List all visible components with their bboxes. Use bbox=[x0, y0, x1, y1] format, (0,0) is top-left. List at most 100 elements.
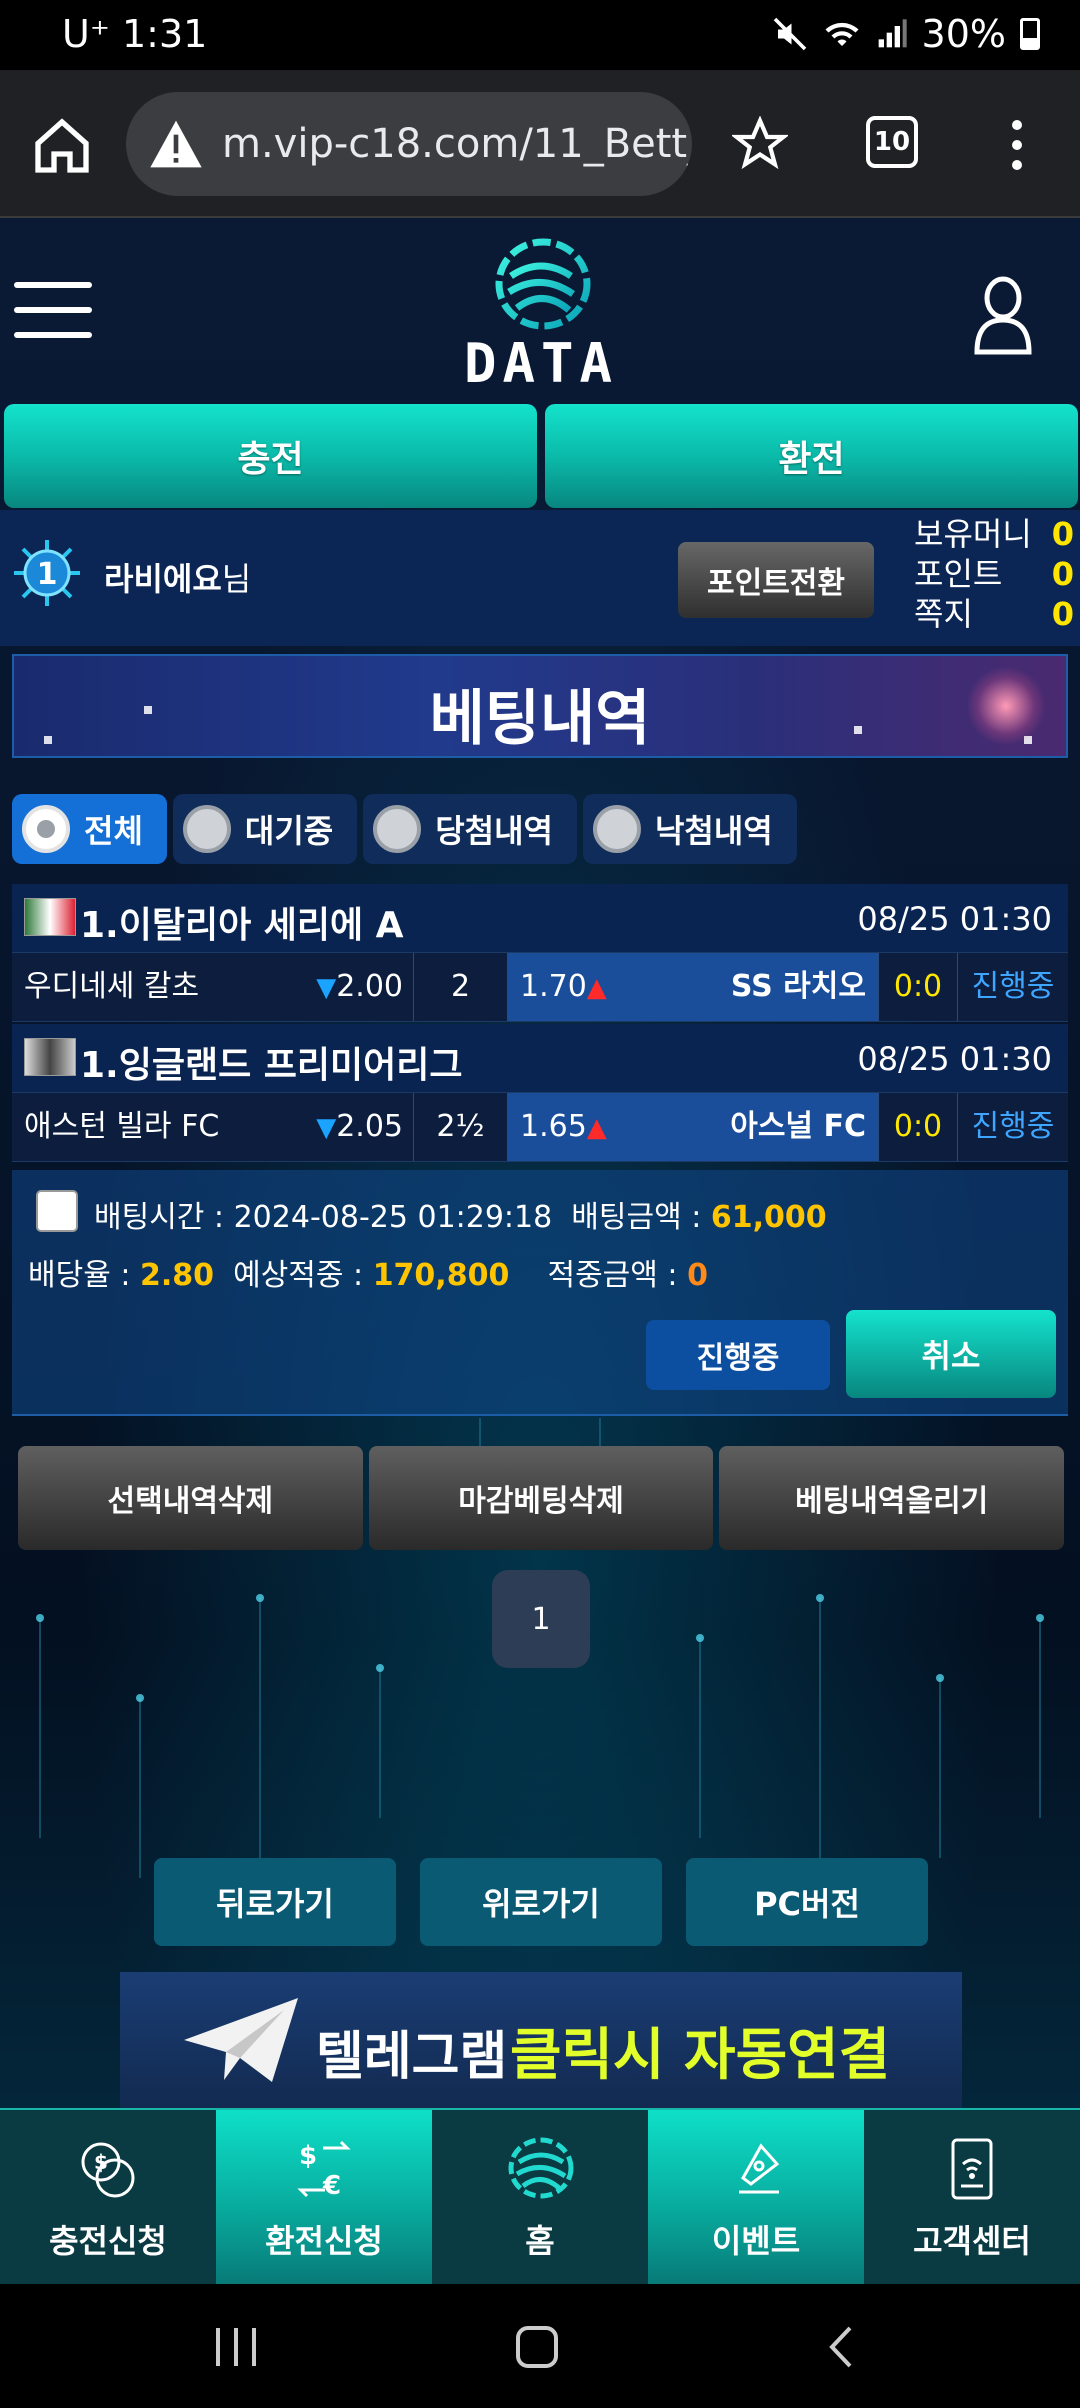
away-odds-value: 1.65 bbox=[520, 1109, 587, 1144]
bet-time-label: 배팅시간 : bbox=[94, 1200, 234, 1235]
radio-icon bbox=[592, 805, 641, 853]
back-button[interactable]: 뒤로가기 bbox=[154, 1858, 396, 1946]
page-content: DATA 충전 환전 1 라비에요님 포인트전환 보유머니 0 포인트 0 쪽지 0 … bbox=[0, 218, 1080, 2108]
match-row: 우디네세 칼초 ▼2.00 2 1.70▲ SS 라치오 0:0 진행중 bbox=[12, 952, 1068, 1022]
scroll-top-button[interactable]: 위로가기 bbox=[420, 1858, 662, 1946]
balance-stats: 보유머니 0 포인트 0 쪽지 0 bbox=[914, 514, 1074, 634]
pc-version-button[interactable]: PC버전 bbox=[686, 1858, 928, 1946]
home-icon[interactable] bbox=[30, 114, 94, 178]
nav-events[interactable]: 이벤트 bbox=[648, 2110, 864, 2284]
away-team: 아스널 FC bbox=[730, 1109, 866, 1144]
delete-closed-button[interactable]: 마감베팅삭제 bbox=[368, 1446, 714, 1550]
stat-messages[interactable]: 쪽지 0 bbox=[914, 594, 1074, 634]
bet-amount-label: 배팅금액 : bbox=[571, 1200, 711, 1235]
filter-all[interactable]: 전체 bbox=[12, 794, 167, 864]
nav-home-label: 홈 bbox=[525, 2222, 555, 2260]
battery-percent: 30% bbox=[921, 12, 1006, 56]
filter-pending-label: 대기중 bbox=[244, 812, 334, 850]
tab-count-button[interactable]: 10 bbox=[866, 116, 918, 168]
charge-button[interactable]: 충전 bbox=[4, 404, 537, 508]
home-odds: ▼2.00 bbox=[284, 953, 414, 1021]
star-icon[interactable] bbox=[732, 116, 788, 172]
up-arrow-icon: ▲ bbox=[586, 1113, 607, 1143]
match-row: 애스턴 빌라 FC ▼2.05 2½ 1.65▲ 아스널 FC 0:0 진행중 bbox=[12, 1092, 1068, 1162]
page-title-banner: 베팅내역 bbox=[12, 654, 1068, 758]
bet-odds-payout: 배당율 : 2.80 예상적중 : 170,800 적중금액 : 0 bbox=[28, 1250, 708, 1294]
won-label: 적중금액 : bbox=[547, 1258, 688, 1293]
bet-slip-summary: 배팅시간 : 2024-08-25 01:29:18 배팅금액 : 61,000… bbox=[12, 1170, 1068, 1416]
odds-label: 배당율 : bbox=[28, 1258, 140, 1293]
match-status: 진행중 bbox=[971, 969, 1055, 1004]
away-team: SS 라치오 bbox=[730, 969, 866, 1004]
away-odds: 1.65▲ bbox=[520, 1093, 607, 1162]
username-text: 라비에요 bbox=[104, 560, 222, 598]
filter-lost[interactable]: 낙첨내역 bbox=[582, 794, 797, 864]
system-navigation-bar bbox=[0, 2284, 1080, 2408]
league-name: 1.잉글랜드 프리미어리그 bbox=[80, 1045, 463, 1086]
page-1-button[interactable]: 1 bbox=[492, 1570, 590, 1668]
user-info-bar: 1 라비에요님 포인트전환 보유머니 0 포인트 0 쪽지 0 bbox=[0, 510, 1080, 646]
down-arrow-icon: ▼ bbox=[316, 1113, 337, 1143]
hamburger-menu-icon[interactable] bbox=[14, 282, 92, 338]
away-odds-value: 1.70 bbox=[520, 969, 587, 1004]
coins-icon: $ bbox=[81, 2142, 135, 2198]
expected-value: 170,800 bbox=[372, 1258, 510, 1293]
radio-icon bbox=[22, 805, 70, 853]
stat-points-label: 포인트 bbox=[914, 555, 1003, 593]
address-bar[interactable]: m.vip-c18.com/11_Bett_l bbox=[126, 92, 692, 196]
point-convert-button[interactable]: 포인트전환 bbox=[678, 542, 874, 618]
filter-pending[interactable]: 대기중 bbox=[172, 794, 358, 864]
select-checkbox[interactable] bbox=[36, 1190, 78, 1232]
exchange-button[interactable]: 환전 bbox=[545, 404, 1078, 508]
telegram-cta: 클릭시 자동연결 bbox=[510, 2023, 891, 2088]
stat-points-value: 0 bbox=[1051, 555, 1074, 593]
status-in-progress-button[interactable]: 진행중 bbox=[646, 1320, 830, 1390]
warning-icon[interactable] bbox=[148, 118, 204, 170]
stat-messages-label: 쪽지 bbox=[914, 595, 973, 633]
support-device-icon bbox=[951, 2138, 993, 2200]
match-date: 08/25 01:30 bbox=[857, 900, 1052, 938]
stat-points[interactable]: 포인트 0 bbox=[914, 554, 1074, 594]
nav-exchange-request[interactable]: $ € 환전신청 bbox=[216, 2110, 432, 2284]
filter-won[interactable]: 당첨내역 bbox=[363, 794, 577, 864]
status-time: U⁺ 1:31 bbox=[62, 12, 207, 56]
stat-money-label: 보유머니 bbox=[914, 515, 1032, 553]
system-home-icon[interactable] bbox=[514, 2324, 560, 2370]
won-value: 0 bbox=[687, 1258, 708, 1293]
home-odds-value: 2.00 bbox=[336, 969, 403, 1004]
page-nav-buttons: 뒤로가기 위로가기 PC버전 bbox=[154, 1858, 928, 1946]
system-back-icon[interactable] bbox=[826, 2324, 856, 2370]
nav-charge-request[interactable]: $ 충전신청 bbox=[0, 2110, 216, 2284]
user-account-icon[interactable] bbox=[972, 274, 1034, 356]
nav-customer-center[interactable]: 고객센터 bbox=[864, 2110, 1080, 2284]
league-flag-icon bbox=[24, 898, 76, 936]
home-team: 우디네세 칼초 bbox=[24, 969, 200, 1004]
username: 라비에요님 bbox=[104, 554, 251, 600]
browser-toolbar: m.vip-c18.com/11_Bett_l 10 bbox=[0, 70, 1080, 218]
telegram-label: 텔레그램 bbox=[316, 2027, 508, 2087]
status-bar: U⁺ 1:31 30% bbox=[0, 0, 1080, 70]
league-header: 1.잉글랜드 프리미어리그 08/25 01:30 bbox=[12, 1024, 1068, 1092]
level-badge-icon: 1 bbox=[14, 540, 80, 606]
filter-tabs: 전체 대기중 당첨내역 낙첨내역 bbox=[12, 794, 797, 866]
nav-home[interactable]: 홈 bbox=[432, 2110, 648, 2284]
league-flag-icon bbox=[24, 1038, 76, 1076]
telegram-banner[interactable]: 텔레그램 클릭시 자동연결 bbox=[120, 1972, 962, 2108]
bet-time: 2024-08-25 01:29:18 bbox=[233, 1200, 553, 1235]
cancel-bet-button[interactable]: 취소 bbox=[846, 1310, 1056, 1398]
radio-icon bbox=[373, 805, 422, 853]
bottom-nav: $ 충전신청 $ € 환전신청 홈 이벤트 고객센터 bbox=[0, 2108, 1080, 2284]
site-logo[interactable]: DATA bbox=[458, 236, 624, 396]
more-menu-icon[interactable] bbox=[1002, 114, 1032, 178]
recent-apps-icon[interactable] bbox=[212, 2324, 262, 2370]
svg-text:€: € bbox=[322, 2171, 341, 2201]
away-odds: 1.70▲ bbox=[520, 953, 607, 1022]
url-text[interactable]: m.vip-c18.com/11_Bett_l bbox=[222, 121, 692, 167]
filter-all-label: 전체 bbox=[84, 812, 143, 850]
stat-money[interactable]: 보유머니 0 bbox=[914, 514, 1074, 554]
post-bets-button[interactable]: 베팅내역올리기 bbox=[719, 1446, 1065, 1550]
home-odds: ▼2.05 bbox=[284, 1093, 414, 1161]
delete-selected-button[interactable]: 선택내역삭제 bbox=[18, 1446, 363, 1550]
league-header: 1.이탈리아 세리에 A 08/25 01:30 bbox=[12, 884, 1068, 952]
filter-lost-label: 낙첨내역 bbox=[654, 812, 773, 850]
